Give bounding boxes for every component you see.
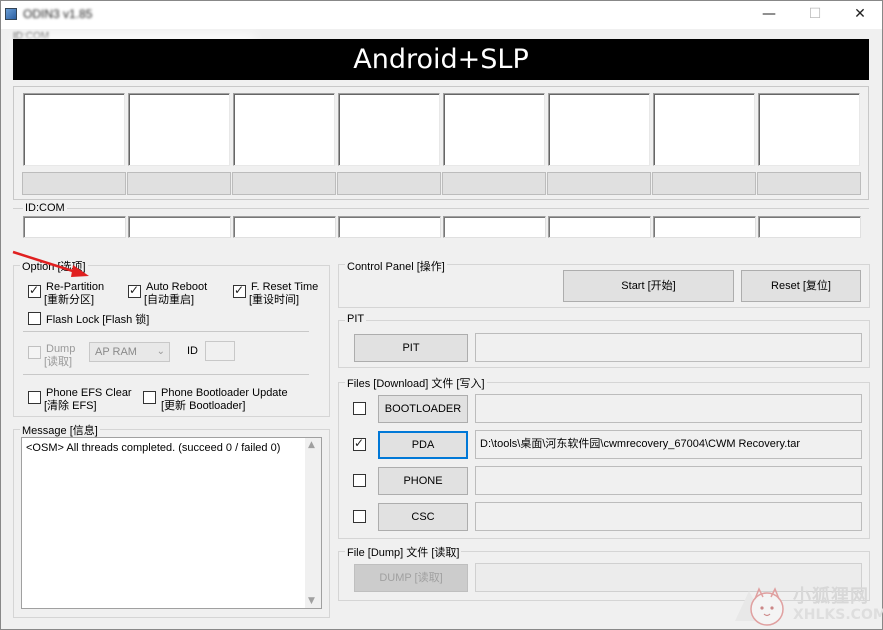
watermark-url: XHLKS.COM [793,607,883,623]
close-button[interactable]: ✕ [837,1,883,29]
repartition-checkbox[interactable] [28,283,41,298]
annotation-arrow-icon [12,250,89,277]
com-port-box [443,216,546,238]
port-slot [443,93,545,166]
maximize-button[interactable]: ☐ [792,1,838,29]
port-slot [233,93,335,166]
banner: Android+SLP [13,39,869,80]
reset-button[interactable]: Reset [复位] [741,270,861,302]
csc-checkbox[interactable] [353,510,366,523]
dump-id-label: ID [187,345,198,357]
phone-checkbox[interactable] [353,474,366,487]
window-title: ODIN3 v1.85 [23,7,93,21]
port-progress-bar [652,172,756,195]
message-log-text: <OSM> All threads completed. (succeed 0 … [26,442,281,454]
phone-path-field[interactable] [475,466,862,495]
start-button[interactable]: Start [开始] [563,270,734,302]
port-progress-bar [442,172,546,195]
message-scrollbar[interactable]: ▲ ▼ [305,438,321,608]
port-slot [758,93,860,166]
chevron-down-icon: ⌄ [156,346,165,357]
pda-checkbox[interactable] [353,436,366,451]
auto-reboot-checkbox[interactable] [128,283,141,298]
csc-path-field[interactable] [475,502,862,531]
bootloader-update-label-en: Phone Bootloader Update [161,387,288,399]
port-slot [128,93,230,166]
scroll-down-icon[interactable]: ▼ [308,596,315,606]
bootloader-update-checkbox[interactable] [143,391,156,404]
com-port-box [338,216,441,238]
message-log[interactable]: <OSM> All threads completed. (succeed 0 … [21,437,322,609]
app-icon [5,8,17,20]
flash-lock-label: Flash Lock [Flash 锁] [46,314,150,326]
dump-label-cn: [读取] [44,356,73,368]
bootloader-checkbox[interactable] [353,402,366,415]
auto-reboot-label-cn: [自动重启] [144,294,195,306]
file-dump-label: File [Dump] 文件 [读取] [345,544,462,560]
option-separator [23,374,309,375]
port-progress-bar [127,172,231,195]
f-reset-time-label-cn: [重设时间] [249,294,300,306]
port-slot [338,93,440,166]
control-panel-label: Control Panel [操作] [345,258,447,274]
bootloader-update-label-cn: [更新 Bootloader] [161,400,246,412]
com-port-box [758,216,861,238]
phone-button[interactable]: PHONE [378,467,468,495]
odin-window: ODIN3 v1.85 — ☐ ✕ ID:COM Android+SLP ID:… [0,0,883,630]
repartition-label-cn: [重新分区] [44,294,95,306]
watermark-title: 小狐狸网 [793,586,869,607]
dump-label-en: Dump [46,343,76,355]
port-progress-bar [547,172,651,195]
bootloader-path-field[interactable] [475,394,862,423]
option-separator [23,331,309,332]
f-reset-time-checkbox[interactable] [233,283,246,298]
repartition-label-en: Re-Partition [46,281,105,293]
phone-efs-clear-label-cn: [清除 EFS] [44,400,97,412]
port-slot [23,93,125,166]
com-port-box [548,216,651,238]
com-port-box [653,216,756,238]
idcom-label: ID:COM [23,202,67,214]
files-download-label: Files [Download] 文件 [写入] [345,375,487,391]
pda-button[interactable]: PDA [378,431,468,459]
port-progress-bar [757,172,861,195]
port-slot [653,93,755,166]
port-slot [548,93,650,166]
csc-button[interactable]: CSC [378,503,468,531]
pit-path-field[interactable] [475,333,862,362]
com-port-box [128,216,231,238]
pda-path-field[interactable]: D:\tools\桌面\河东软件园\cwmrecovery_67004\CWM … [475,430,862,459]
com-port-box [23,216,126,238]
dump-checkbox[interactable] [28,346,41,359]
dump-target-select[interactable]: AP RAM ⌄ [89,342,170,362]
bootloader-button[interactable]: BOOTLOADER [378,395,468,423]
dump-target-value: AP RAM [95,346,137,358]
minimize-button[interactable]: — [746,1,792,29]
scroll-up-icon[interactable]: ▲ [308,440,315,450]
message-group-label: Message [信息] [20,422,100,438]
port-progress-bar [232,172,336,195]
dump-button[interactable]: DUMP [读取] [354,564,468,592]
auto-reboot-label-en: Auto Reboot [146,281,208,293]
f-reset-time-label-en: F. Reset Time [251,281,319,293]
port-progress-bar [337,172,441,195]
flash-lock-checkbox[interactable] [28,312,41,325]
pit-button[interactable]: PIT [354,334,468,362]
pit-group-label: PIT [345,313,367,325]
phone-efs-clear-label-en: Phone EFS Clear [46,387,132,399]
port-progress-bar [22,172,126,195]
com-port-box [233,216,336,238]
phone-efs-clear-checkbox[interactable] [28,391,41,404]
dump-id-input[interactable] [205,341,235,361]
title-bar[interactable]: ODIN3 v1.85 — ☐ ✕ [1,1,882,29]
